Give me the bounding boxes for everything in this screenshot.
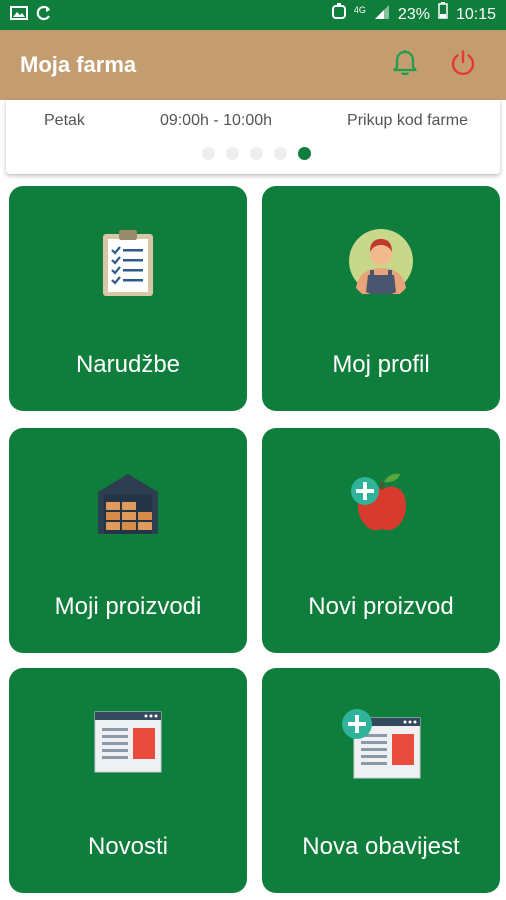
app-title: Moja farma [20, 52, 137, 77]
status-bar-left [10, 5, 52, 26]
pickup-time: 09:00h - 10:00h [159, 112, 273, 129]
tile-my-products[interactable]: Moji proizvodi [9, 428, 247, 653]
notifications-button[interactable] [382, 42, 428, 88]
bell-icon [392, 49, 418, 82]
tile-new-product[interactable]: Novi proizvod [262, 428, 500, 653]
tile-label: Moj profil [332, 351, 430, 378]
pager-dot[interactable] [274, 147, 287, 160]
warehouse-icon [9, 470, 247, 550]
apple-plus-icon [262, 470, 500, 550]
tile-new-announcement[interactable]: Nova obavijest [262, 668, 500, 893]
tile-label: Novosti [87, 833, 169, 860]
pickup-day: Petak [44, 112, 85, 129]
status-bar: 4G 23% 10:15 [0, 0, 506, 30]
pickup-location: Prikup kod farme [347, 112, 468, 129]
alarm-icon [331, 0, 346, 30]
pager-dot-active[interactable] [298, 147, 311, 160]
battery-percent: 23% [397, 6, 430, 23]
news-plus-icon [262, 708, 500, 788]
pickup-banner[interactable]: Petak 09:00h - 10:00h Prikup kod farme [6, 100, 500, 174]
app-bar: Moja farma [0, 30, 506, 100]
logout-button[interactable] [440, 42, 486, 88]
tile-my-profile[interactable]: Moj profil [262, 186, 500, 411]
tile-news[interactable]: Novosti [9, 668, 247, 893]
tile-label: Nova obavijest [302, 833, 460, 860]
tile-label: Moji proizvodi [54, 593, 202, 620]
pager-dot[interactable] [250, 147, 263, 160]
network-type: 4G [353, 5, 366, 15]
tile-label: Novi proizvod [308, 593, 454, 620]
tile-label: Narudžbe [75, 351, 181, 378]
clock: 10:15 [455, 6, 496, 23]
banner-pager [202, 147, 311, 160]
image-notification-icon [10, 5, 28, 26]
sync-icon [36, 5, 52, 26]
status-bar-right: 4G 23% 10:15 [331, 0, 496, 30]
battery-icon [438, 0, 448, 30]
power-icon [449, 49, 477, 82]
farmer-avatar-icon [262, 228, 500, 308]
pager-dot[interactable] [202, 147, 215, 160]
tile-orders[interactable]: Narudžbe [9, 186, 247, 411]
news-page-icon [9, 710, 247, 790]
pickup-info: Petak 09:00h - 10:00h Prikup kod farme [6, 112, 500, 130]
pager-dot[interactable] [226, 147, 239, 160]
signal-icon [374, 0, 390, 30]
clipboard-checklist-icon [9, 228, 247, 308]
